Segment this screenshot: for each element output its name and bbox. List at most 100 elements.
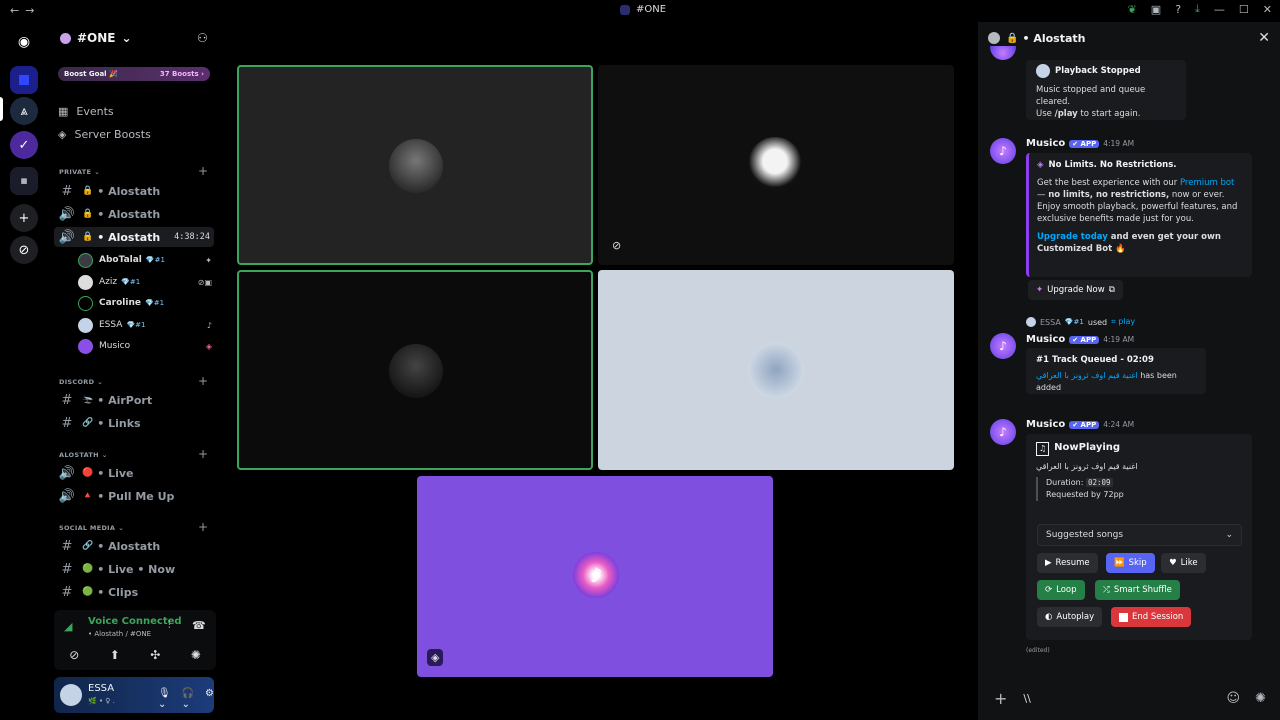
server-icon-1[interactable] xyxy=(10,66,38,94)
close-window-icon[interactable]: ✕ xyxy=(1263,3,1272,16)
create-channel-icon[interactable]: + xyxy=(198,447,208,461)
headphones-icon[interactable]: 🎧⌄ xyxy=(182,688,196,710)
category-alostath[interactable]: ALOSTATH ⌄ xyxy=(59,451,108,459)
explore-icon[interactable]: ⊘ xyxy=(10,236,38,264)
bot-avatar[interactable]: ♪ xyxy=(990,333,1016,359)
voice-user-abotalal[interactable]: AboTalal 💎#1 ✦ xyxy=(78,250,214,270)
loop-button[interactable]: ⟳ Loop xyxy=(1037,580,1085,600)
username: ESSA xyxy=(88,683,115,694)
bot-avatar[interactable]: ♪ xyxy=(990,419,1016,445)
invite-icon[interactable]: ⚇ xyxy=(197,31,208,45)
soundboard-icon[interactable]: ✺ xyxy=(191,648,201,668)
suggested-songs-select[interactable]: Suggested songs ⌄ xyxy=(1037,524,1242,546)
video-tile-aziz[interactable] xyxy=(237,270,593,470)
voice-channel-path[interactable]: • Alostath / #ONE xyxy=(88,630,151,638)
create-channel-icon[interactable]: + xyxy=(198,374,208,388)
smart-shuffle-button[interactable]: ⤮ Smart Shuffle xyxy=(1095,580,1180,600)
channel-airport[interactable]: # 🛬 • AirPort xyxy=(54,390,214,410)
slash-command[interactable]: ⌗ play xyxy=(1111,317,1135,327)
reply-reference[interactable]: ESSA 💎#1 used ⌗ play xyxy=(1026,317,1135,327)
create-channel-icon[interactable]: + xyxy=(198,164,208,178)
discord-home-icon[interactable]: ◉ xyxy=(10,28,38,56)
category-social-media[interactable]: SOCIAL MEDIA ⌄ xyxy=(59,524,124,532)
forward-button[interactable]: → xyxy=(25,4,40,17)
channel-private-voice-1[interactable]: 🔊 🔒 • Alostath xyxy=(54,204,214,224)
close-icon[interactable]: ✕ xyxy=(1258,30,1270,46)
server-header[interactable]: #ONE ⌄ xyxy=(60,31,132,45)
help-icon[interactable]: ? xyxy=(1175,3,1181,16)
emoji-icon[interactable]: ☺ xyxy=(1226,691,1240,706)
create-channel-icon[interactable]: + xyxy=(198,520,208,534)
skip-button[interactable]: ⏩ Skip xyxy=(1106,553,1155,573)
boost-goal-bar[interactable]: Boost Goal 🎉 37 Boosts › xyxy=(58,67,210,81)
server-icon-2[interactable]: ✓ xyxy=(10,131,38,159)
voice-user-aziz[interactable]: Aziz 💎#1 ⊘▣ xyxy=(78,272,214,292)
download-icon[interactable]: ⤓ xyxy=(1195,2,1200,16)
resume-button[interactable]: ▶ Resume xyxy=(1037,553,1098,573)
screen-share-icon[interactable]: ⬆ xyxy=(110,648,120,668)
channel-links[interactable]: # 🔗 • Links xyxy=(54,413,214,433)
bot-avatar[interactable]: ♪ xyxy=(990,138,1016,164)
server-boosts-item[interactable]: ◈ Server Boosts xyxy=(58,124,151,144)
message-composer[interactable]: + \\ ☺ ✺ xyxy=(978,676,1280,720)
upgrade-now-button[interactable]: ✦ Upgrade Now ⧉ xyxy=(1028,280,1123,300)
channel-live-now[interactable]: # 🟢 • Live • Now xyxy=(54,559,214,579)
history-nav[interactable]: ←→ xyxy=(10,4,40,17)
voice-user-essa[interactable]: ESSA 💎#1 ♪ xyxy=(78,315,214,335)
avatar xyxy=(748,137,802,191)
mic-icon[interactable]: 🎙⌄ xyxy=(158,688,173,710)
like-button[interactable]: ♥ Like xyxy=(1161,553,1206,573)
selected-server-pill xyxy=(0,97,3,121)
channel-clips[interactable]: # 🟢 • Clips xyxy=(54,582,214,602)
channel-private-text[interactable]: # 🔒 • Alostath xyxy=(54,181,214,201)
inbox-icon[interactable]: ▣ xyxy=(1151,3,1161,16)
premium-link[interactable]: Premium bot xyxy=(1180,178,1234,188)
bot-avatar[interactable] xyxy=(990,46,1016,60)
user-panel[interactable]: ESSA 🌿 • ♀ . 🎙⌄ 🎧⌄ ⚙ xyxy=(54,677,214,713)
camera-off-icon[interactable]: ⊘ xyxy=(69,648,79,668)
channel-private-voice-active[interactable]: 🔊 🔒 • Alostath 4:38:24 xyxy=(54,227,214,247)
video-tile-caroline[interactable]: ⊘ xyxy=(598,65,954,265)
channel-name: • AirPort xyxy=(97,393,153,407)
plus-icon[interactable]: + xyxy=(994,689,1007,708)
add-server-icon[interactable]: + xyxy=(10,204,38,232)
server-folder-icon[interactable]: ▦ xyxy=(10,167,38,195)
back-button[interactable]: ← xyxy=(10,4,25,17)
noise-suppression-icon[interactable]: ⫶ xyxy=(168,620,171,631)
signal-icon[interactable]: ◢ xyxy=(64,620,72,633)
video-tile-abotalal[interactable] xyxy=(237,65,593,265)
settings-gear-icon[interactable]: ⚙ xyxy=(205,688,214,710)
activities-icon[interactable]: ✣ xyxy=(150,648,160,668)
speaker-icon: 🔊 xyxy=(58,229,76,245)
minimize-icon[interactable]: — xyxy=(1214,3,1225,16)
category-discord[interactable]: DISCORD ⌄ xyxy=(59,378,103,386)
maximize-icon[interactable]: ☐ xyxy=(1239,3,1249,16)
message-input[interactable]: \\ xyxy=(1023,692,1030,705)
hash-icon: # xyxy=(61,392,73,408)
upgrade-link[interactable]: Upgrade today xyxy=(1037,232,1108,242)
channel-pull-me-up[interactable]: 🔊 🔺 • Pull Me Up xyxy=(54,486,214,506)
song-link[interactable]: اغنية قيم اوف ثرونز با العراقي xyxy=(1036,371,1138,380)
activity-icon[interactable]: ✺ xyxy=(1255,691,1266,706)
server-icon-one[interactable]: ⩓ xyxy=(10,97,38,125)
voice-user-caroline[interactable]: Caroline 💎#1 xyxy=(78,293,214,313)
author-name[interactable]: Musico xyxy=(1026,419,1065,430)
avatar[interactable] xyxy=(60,684,82,706)
author-name[interactable]: Musico xyxy=(1026,334,1065,345)
video-tile-essa[interactable] xyxy=(598,270,954,470)
voice-user-musico[interactable]: Musico ◈ xyxy=(78,336,214,356)
user-badge: 💎#1 xyxy=(144,299,165,307)
channel-social-alostath[interactable]: # 🔗 • Alostath xyxy=(54,536,214,556)
events-item[interactable]: ▦ Events xyxy=(58,101,114,121)
author-name[interactable]: Musico xyxy=(1026,138,1065,149)
channel-live[interactable]: 🔊 🔴 • Live xyxy=(54,463,214,483)
avatar xyxy=(389,139,443,193)
song-link[interactable]: اغنية قيم اوف ثرونز با العراقي xyxy=(1036,461,1242,473)
leaf-icon[interactable]: ❦ xyxy=(1128,3,1137,16)
disconnect-icon[interactable]: ☎ xyxy=(192,619,206,632)
video-tile-musico[interactable]: ♪ ◈ xyxy=(417,476,773,677)
end-session-button[interactable]: End Session xyxy=(1111,607,1192,627)
category-private[interactable]: PRIVATE ⌄ xyxy=(59,168,100,176)
autoplay-button[interactable]: ◐ Autoplay xyxy=(1037,607,1103,627)
button-label: Autoplay xyxy=(1056,612,1095,622)
